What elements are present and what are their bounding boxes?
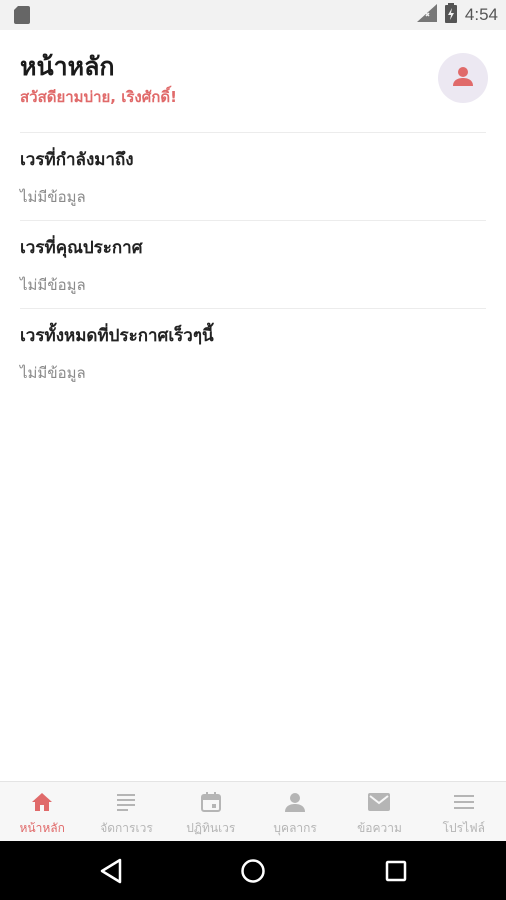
bottom-nav: หน้าหลัก จัดการเวร ปฏิทินเวร บุคลากร ข้อ… [0, 781, 506, 841]
section-title: เวรที่กำลังมาถึง [20, 150, 134, 170]
section-recent-announced-shifts: เวรทั้งหมดที่ประกาศเร็วๆนี้ ไม่มีข้อมูล [20, 324, 486, 384]
home-icon [31, 791, 53, 813]
nav-item-manage-shifts[interactable]: จัดการเวร [84, 782, 168, 841]
system-nav-bar [0, 841, 506, 900]
avatar[interactable] [438, 53, 488, 103]
divider [20, 132, 486, 133]
nav-label: บุคลากร [273, 821, 317, 835]
divider [20, 220, 486, 221]
back-icon[interactable] [97, 857, 125, 885]
status-bar: 4:54 [0, 0, 506, 30]
nav-item-home[interactable]: หน้าหลัก [0, 782, 84, 841]
empty-state-text: ไม่มีข้อมูล [20, 364, 86, 382]
section-my-announced-shifts: เวรที่คุณประกาศ ไม่มีข้อมูล [20, 236, 486, 296]
person-icon [452, 65, 474, 91]
list-icon [115, 791, 137, 813]
nav-label: จัดการเวร [100, 821, 153, 835]
mail-icon [368, 791, 391, 813]
nav-item-personnel[interactable]: บุคลากร [253, 782, 337, 841]
page-header: หน้าหลัก สวัสดียามบ่าย, เริงศักดิ์! [20, 50, 486, 108]
page-title: หน้าหลัก [20, 52, 115, 81]
nav-item-shift-calendar[interactable]: ปฏิทินเวร [169, 782, 253, 841]
section-title: เวรที่คุณประกาศ [20, 238, 143, 258]
signal-icon [416, 4, 437, 26]
nav-label: โปรไฟล์ [442, 821, 485, 835]
calendar-icon [200, 791, 222, 813]
status-time: 4:54 [464, 5, 498, 24]
greeting-text: สวัสดียามบ่าย, เริงศักดิ์! [20, 88, 177, 106]
recents-icon[interactable] [382, 857, 410, 885]
nav-item-profile[interactable]: โปรไฟล์ [422, 782, 506, 841]
battery-icon [444, 3, 457, 27]
section-title: เวรทั้งหมดที่ประกาศเร็วๆนี้ [20, 326, 214, 346]
empty-state-text: ไม่มีข้อมูล [20, 188, 86, 206]
section-upcoming-shifts: เวรที่กำลังมาถึง ไม่มีข้อมูล [20, 148, 486, 208]
status-icons: 4:54 [416, 3, 498, 27]
nav-label: หน้าหลัก [19, 821, 65, 835]
nav-label: ข้อความ [357, 821, 402, 835]
person-icon [284, 791, 306, 813]
sd-card-icon [14, 6, 30, 24]
menu-icon [453, 791, 475, 813]
empty-state-text: ไม่มีข้อมูล [20, 276, 86, 294]
nav-label: ปฏิทินเวร [186, 821, 236, 835]
divider [20, 308, 486, 309]
home-circle-icon[interactable] [239, 857, 267, 885]
nav-item-messages[interactable]: ข้อความ [337, 782, 421, 841]
